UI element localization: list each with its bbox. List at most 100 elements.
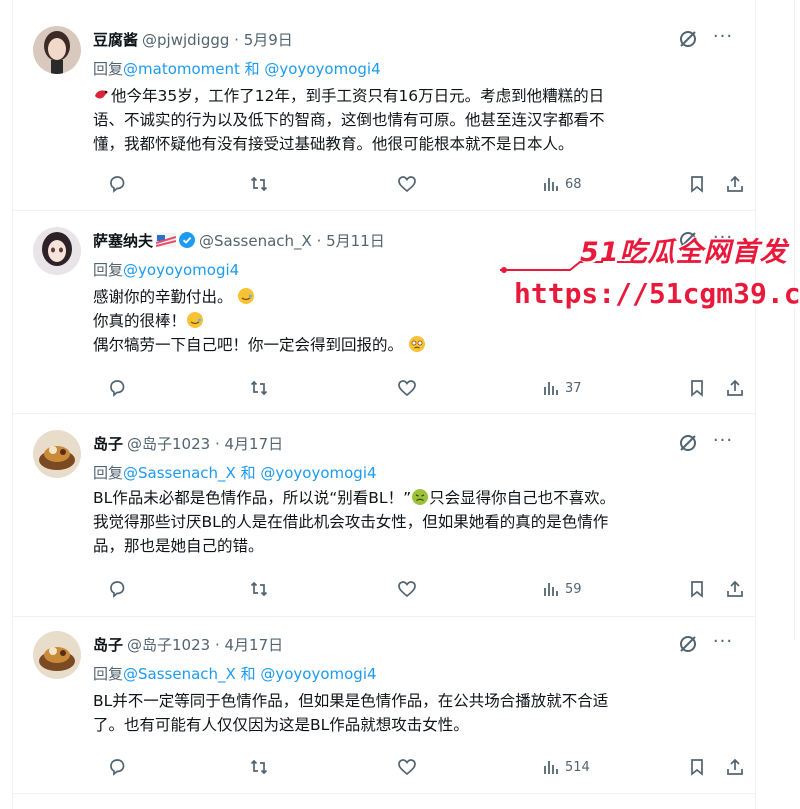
avatar[interactable] [33,430,81,478]
bookmark-button[interactable] [687,756,707,778]
retweet-button[interactable] [249,173,269,195]
views-count: 68 [565,176,582,192]
tweet-2[interactable]: 萨塞纳夫 @Sassenach_X · 5月11日 ··· 回复@yoyoyom… [13,211,755,414]
tweet-text: 他今年35岁，工作了12年，到手工资只有16万日元。考虑到他糟糕的日 语、不诚实… [93,84,733,156]
views-count: 59 [565,581,582,597]
bookmark-button[interactable] [687,377,707,399]
tweet-line: BL作品未必都是色情作品，所以说“别看BL！” [93,489,412,507]
retweet-button[interactable] [249,377,269,399]
display-name[interactable]: 岛子 [93,433,123,454]
retweet-icon [250,176,268,192]
tweet-line: BL并不一定等同于色情作品，但如果是色情作品，在公共场合播放就不合适 [93,692,609,710]
tweet-header: 岛子 @岛子1023 · 4月17日 [93,432,283,454]
reply-button[interactable] [107,377,127,399]
share-icon [727,175,743,192]
tweet-line: 感谢你的辛勤付出。 [93,288,233,306]
reply-to: 回复@Sassenach_X 和 @yoyoyomogi4 [93,663,377,684]
tweet-4[interactable]: 岛子 @岛子1023 · 4月17日 ··· 回复@Sassenach_X 和 … [13,617,755,794]
views-button[interactable]: 68 [541,173,582,195]
like-icon [398,759,416,776]
like-button[interactable] [397,173,417,195]
bookmark-icon [691,380,703,397]
like-icon [398,581,416,598]
grok-icon[interactable] [677,28,699,50]
share-button[interactable] [725,173,745,195]
handle-and-date[interactable]: @岛子1023 · 4月17日 [127,433,283,454]
timeline: 豆腐酱 @pjwjdiggg · 5月9日 ··· 回复@matomoment … [12,0,756,809]
bookmark-icon [691,176,703,193]
grok-icon[interactable] [677,229,699,251]
flag-icon [155,233,177,247]
views-button[interactable]: 514 [541,756,590,778]
avatar[interactable] [33,631,81,679]
reply-button[interactable] [107,578,127,600]
tweet-line: 我觉得那些讨厌BL的人是在借此机会攻击女性，但如果她看的真的是色情作 [93,513,609,531]
like-icon [398,176,416,193]
reply-handles[interactable]: @matomoment 和 @yoyoyomogi4 [123,60,381,78]
tweet-line: 懂，我都怀疑他有没有接受过基础教育。他很可能根本就不是日本人。 [93,135,574,153]
tear-smile-emoji-icon [237,287,255,305]
reply-button[interactable] [107,173,127,195]
retweet-icon [250,380,268,396]
retweet-button[interactable] [249,578,269,600]
share-button[interactable] [725,578,745,600]
views-icon [544,382,558,395]
reply-icon [110,380,125,397]
like-button[interactable] [397,578,417,600]
tear-smile-emoji-icon [186,311,204,329]
views-button[interactable]: 37 [541,377,582,399]
share-button[interactable] [725,377,745,399]
reply-button[interactable] [107,756,127,778]
handle-and-date[interactable]: @岛子1023 · 4月17日 [127,634,283,655]
bookmark-button[interactable] [687,173,707,195]
tweet-text: 感谢你的辛勤付出。 你真的很棒！ 偶尔犒劳一下自己吧！你一定会得到回报的。 [93,285,733,357]
reply-to: 回复@matomoment 和 @yoyoyomogi4 [93,58,381,79]
tweet-3[interactable]: 岛子 @岛子1023 · 4月17日 ··· 回复@Sassenach_X 和 … [13,414,755,617]
more-icon[interactable]: ··· [711,229,735,253]
tweet-line: 品，那也是她自己的错。 [93,537,264,555]
display-name[interactable]: 豆腐酱 [93,29,138,50]
grok-icon[interactable] [677,432,699,454]
tweet-line: 你真的很棒！ [93,312,187,330]
grok-icon[interactable] [677,633,699,655]
share-icon [727,580,743,597]
display-name[interactable]: 萨塞纳夫 [93,230,153,251]
views-button[interactable]: 59 [541,578,582,600]
bookmark-icon [691,581,703,598]
views-count: 514 [565,759,590,775]
reply-label: 回复 [93,665,124,683]
like-button[interactable] [397,377,417,399]
share-icon [727,758,743,775]
right-column-edge [790,0,800,809]
like-icon [398,380,416,397]
reply-handles[interactable]: @Sassenach_X 和 @yoyoyomogi4 [123,464,377,482]
verified-icon [179,232,196,248]
views-icon [544,761,558,774]
action-bar: 68 [93,173,743,195]
bookmark-button[interactable] [687,578,707,600]
tweet-header: 萨塞纳夫 @Sassenach_X · 5月11日 [93,229,385,251]
more-icon[interactable]: ··· [711,432,735,456]
more-icon[interactable]: ··· [711,28,735,52]
reply-handles[interactable]: @Sassenach_X 和 @yoyoyomogi4 [123,665,377,683]
handle-and-date[interactable]: @pjwjdiggg · 5月9日 [142,29,293,50]
share-button[interactable] [725,756,745,778]
reply-handles[interactable]: @yoyoyomogi4 [123,261,239,279]
handle-and-date[interactable]: @Sassenach_X · 5月11日 [199,230,385,251]
avatar[interactable] [33,227,81,275]
reply-icon [110,176,125,193]
display-name[interactable]: 岛子 [93,634,123,655]
retweet-button[interactable] [249,756,269,778]
action-bar: 59 [93,578,743,600]
avatar[interactable] [33,26,81,74]
reply-icon [110,759,125,776]
tweet-header: 岛子 @岛子1023 · 4月17日 [93,633,283,655]
bird-emoji-icon [93,86,111,104]
tweet-header: 豆腐酱 @pjwjdiggg · 5月9日 [93,28,293,50]
views-icon [544,583,558,596]
like-button[interactable] [397,756,417,778]
tweet-line: 只会显得你自己也不喜欢。 [429,489,616,507]
tweet-line: 语、不诚实的行为以及低下的智商，这倒也情有可原。他甚至连汉字都看不 [93,111,605,129]
tweet-1[interactable]: 豆腐酱 @pjwjdiggg · 5月9日 ··· 回复@matomoment … [13,10,755,211]
more-icon[interactable]: ··· [711,633,735,657]
